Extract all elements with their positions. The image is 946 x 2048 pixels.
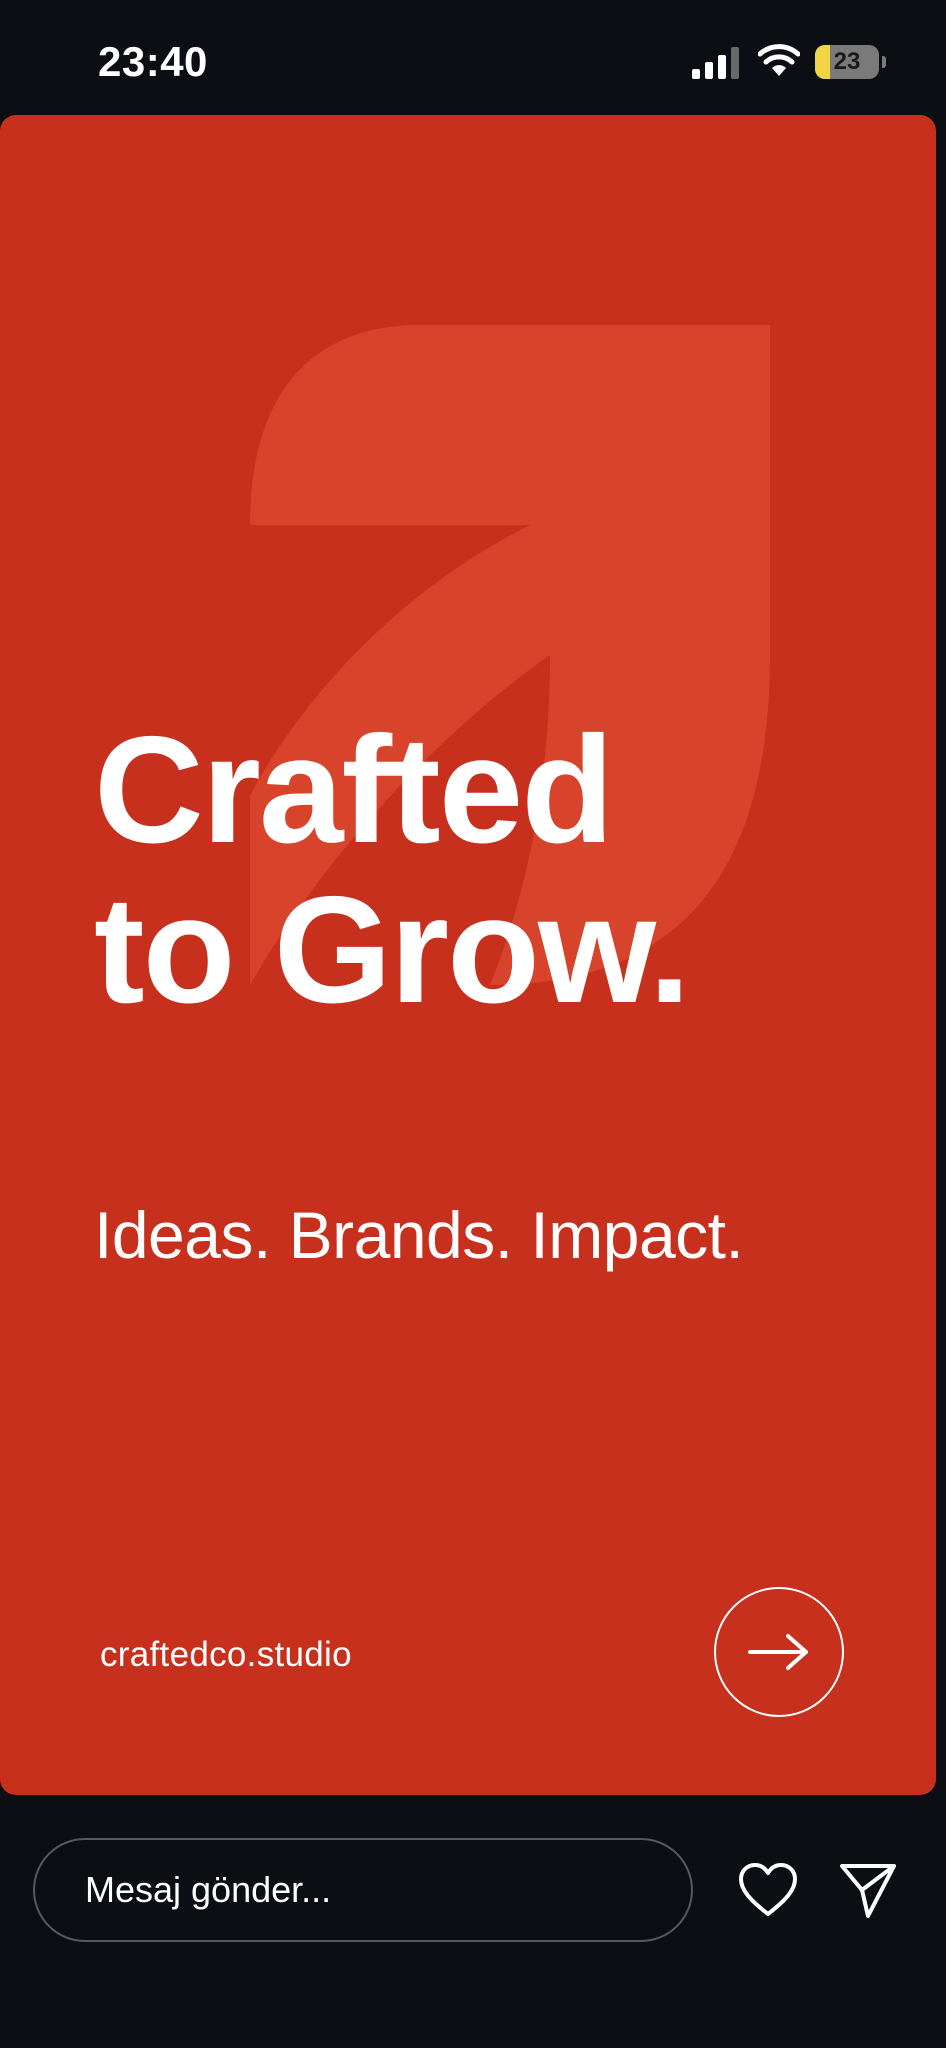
- arrow-right-icon: [748, 1634, 808, 1670]
- status-time: 23:40: [98, 38, 208, 85]
- headline-line-2: to Grow.: [94, 865, 691, 1035]
- battery-cap: [882, 56, 886, 68]
- story-screen: 23:40 23 Crafted to Grow. Ideas. Brands.…: [0, 0, 946, 2048]
- wifi-icon: [758, 44, 800, 76]
- story-tagline: Ideas. Brands. Impact.: [94, 1198, 744, 1272]
- send-icon[interactable]: [838, 1860, 898, 1920]
- message-input[interactable]: Mesaj gönder...: [33, 1838, 693, 1942]
- headline-line-1: Crafted: [94, 705, 614, 875]
- website-link[interactable]: craftedco.studio: [100, 1635, 352, 1675]
- battery-level: 23: [833, 48, 861, 75]
- status-bar: 23:40 23: [0, 0, 946, 115]
- next-arrow-button[interactable]: [714, 1587, 844, 1717]
- heart-icon[interactable]: [738, 1862, 798, 1918]
- battery-icon: 23: [815, 45, 879, 79]
- message-placeholder: Mesaj gönder...: [85, 1869, 332, 1910]
- cellular-signal-icon: [692, 47, 739, 79]
- story-headline: Crafted to Grow.: [94, 710, 854, 1030]
- story-card[interactable]: Crafted to Grow. Ideas. Brands. Impact. …: [0, 115, 936, 1795]
